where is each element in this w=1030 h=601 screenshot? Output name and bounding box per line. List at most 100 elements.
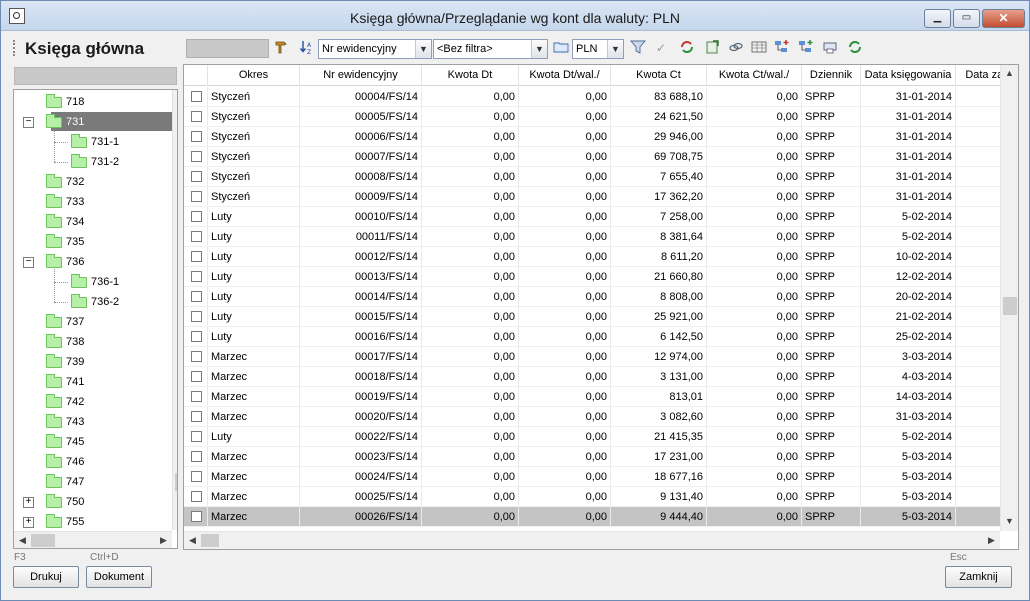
row-checkbox[interactable] [191,331,202,342]
column-header[interactable]: Data księgowania [861,65,956,86]
entries-grid[interactable]: Okres Nr ewidencyjny Kwota Dt Kwota Dt/wal.… [183,64,1019,550]
row-checkbox[interactable] [191,231,202,242]
scroll-left-icon[interactable]: ◀ [14,532,31,548]
close-button[interactable]: Zamknij [945,566,1012,588]
chevron-down-icon[interactable]: ▼ [415,40,431,58]
tree-vertical-scrollbar[interactable]: ▲ ▼ [172,90,177,530]
scroll-up-icon[interactable]: ▲ [173,90,177,107]
row-checkbox[interactable] [191,211,202,222]
expand-icon[interactable]: + [23,517,34,528]
tree-item[interactable]: 733 [14,192,172,212]
tree-item[interactable]: − 731 [14,112,172,132]
row-checkbox[interactable] [191,271,202,282]
document-button[interactable]: Dokument [86,566,152,588]
table-row[interactable]: Styczeń 00005/FS/14 0,00 0,00 24 621,50 0,00 S… [184,107,1000,127]
column-header[interactable]: Kwota Dt/wal./ [519,65,611,86]
table-row[interactable]: Luty 00013/FS/14 0,00 0,00 21 660,80 0,00 SPRP… [184,267,1000,287]
tree-item[interactable]: 736-1 [14,272,172,292]
sort-icon[interactable]: AZ [298,39,316,57]
tree-item[interactable]: 732 [14,172,172,192]
table-row[interactable]: Luty 00015/FS/14 0,00 0,00 25 921,00 0,00 SPRP… [184,307,1000,327]
tree-add-2-icon[interactable] [797,39,815,57]
row-checkbox[interactable] [191,431,202,442]
scroll-down-icon[interactable]: ▼ [173,513,177,530]
tree-item[interactable]: 746 [14,452,172,472]
column-header[interactable]: Kwota Ct [611,65,707,86]
filter-select[interactable]: <Bez filtra> ▼ [433,39,548,59]
chevron-down-icon[interactable]: ▼ [531,40,547,58]
account-tree[interactable]: 718 − 731 731-1 731-2 732 733 734 735 − 736 736-1 73… [13,89,178,549]
column-header[interactable] [184,65,208,86]
tree-item[interactable]: 736-2 [14,292,172,312]
hammer-icon[interactable] [273,39,291,57]
table-row[interactable]: Luty 00014/FS/14 0,00 0,00 8 808,00 0,00 SPRP 2… [184,287,1000,307]
tree-filter-field[interactable] [14,67,177,85]
table-row[interactable]: Luty 00012/FS/14 0,00 0,00 8 611,20 0,00 SPRP 1… [184,247,1000,267]
tree-add-icon[interactable] [773,39,791,57]
tree-item[interactable]: 735 [14,232,172,252]
table-row[interactable]: Marzec 00017/FS/14 0,00 0,00 12 974,00 0,00 SP… [184,347,1000,367]
row-checkbox[interactable] [191,171,202,182]
tree-item[interactable]: +755 [14,512,172,532]
table-row[interactable]: Luty 00016/FS/14 0,00 0,00 6 142,50 0,00 SPRP 2… [184,327,1000,347]
row-checkbox[interactable] [191,151,202,162]
folder-icon[interactable] [552,39,570,57]
row-checkbox[interactable] [191,351,202,362]
link-icon[interactable] [727,39,745,57]
toolbar-grip[interactable] [13,40,16,56]
row-checkbox[interactable] [191,131,202,142]
tree-item[interactable]: 742 [14,392,172,412]
row-checkbox[interactable] [191,471,202,482]
scroll-right-icon[interactable]: ▶ [155,532,172,548]
scroll-up-icon[interactable]: ▲ [1001,65,1018,82]
tree-item[interactable]: 737 [14,312,172,332]
tree-item[interactable]: 718 [14,92,172,112]
tree-item[interactable]: 734 [14,212,172,232]
tree-item[interactable]: 747 [14,472,172,492]
toolbar-search-field[interactable] [186,39,269,58]
refresh-red-icon[interactable] [678,39,696,57]
row-checkbox[interactable] [191,91,202,102]
tree-item[interactable]: 739 [14,352,172,372]
tree-item[interactable]: 745 [14,432,172,452]
column-header[interactable]: Dziennik [802,65,861,86]
table-row[interactable]: Styczeń 00009/FS/14 0,00 0,00 17 362,20 0,00 S… [184,187,1000,207]
table-row[interactable]: Styczeń 00006/FS/14 0,00 0,00 29 946,00 0,00 S… [184,127,1000,147]
table-row[interactable]: Marzec 00026/FS/14 0,00 0,00 9 444,40 0,00 SPR… [184,507,1000,527]
grid-hscroll-thumb[interactable] [201,534,219,547]
tree-item[interactable]: 743 [14,412,172,432]
column-header[interactable]: Kwota Dt [422,65,519,86]
close-window-button[interactable]: ✕ [982,9,1025,28]
column-header[interactable]: Nr ewidencyjny [300,65,422,86]
row-checkbox[interactable] [191,411,202,422]
collapse-icon[interactable]: − [23,117,34,128]
tree-item[interactable]: 731-1 [14,132,172,152]
column-header[interactable]: Kwota Ct/wal./ [707,65,802,86]
table-row[interactable]: Styczeń 00008/FS/14 0,00 0,00 7 655,40 0,00 SP… [184,167,1000,187]
row-checkbox[interactable] [191,311,202,322]
row-checkbox[interactable] [191,191,202,202]
table-row[interactable]: Styczeń 00007/FS/14 0,00 0,00 69 708,75 0,00 S… [184,147,1000,167]
tree-item[interactable]: 731-2 [14,152,172,172]
scroll-right-icon[interactable]: ▶ [983,532,1000,549]
table-row[interactable]: Marzec 00025/FS/14 0,00 0,00 9 131,40 0,00 SPR… [184,487,1000,507]
minimize-button[interactable]: ▁ [924,9,951,28]
tree-horizontal-scrollbar[interactable]: ◀ ▶ [14,531,172,548]
row-checkbox[interactable] [191,451,202,462]
scroll-left-icon[interactable]: ◀ [184,532,201,549]
tree-item[interactable]: 741 [14,372,172,392]
print-preview-icon[interactable] [821,39,839,57]
sort-field-select[interactable]: Nr ewidencyjny ▼ [318,39,432,59]
tree-hscroll-thumb[interactable] [31,534,55,547]
table-row[interactable]: Marzec 00020/FS/14 0,00 0,00 3 082,60 0,00 SPR… [184,407,1000,427]
table-row[interactable]: Marzec 00019/FS/14 0,00 0,00 813,01 0,00 SPRP 1… [184,387,1000,407]
export-icon[interactable] [704,39,722,57]
row-checkbox[interactable] [191,111,202,122]
row-checkbox[interactable] [191,371,202,382]
grid-horizontal-scrollbar[interactable]: ◀ ▶ [184,531,1000,549]
print-button[interactable]: Drukuj [13,566,79,588]
row-checkbox[interactable] [191,511,202,522]
scroll-down-icon[interactable]: ▼ [1001,513,1018,530]
tree-scroll-thumb[interactable] [175,473,177,491]
grid-icon[interactable] [750,39,768,57]
